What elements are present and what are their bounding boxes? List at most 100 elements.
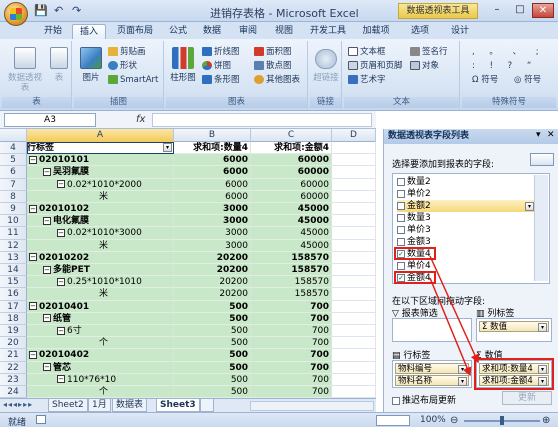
cell-a[interactable]: 个 bbox=[27, 337, 174, 350]
zoom-level[interactable]: 100% bbox=[420, 415, 446, 425]
pie-chart-button[interactable]: 饼图 bbox=[202, 60, 231, 72]
row-header[interactable]: 6 bbox=[0, 166, 27, 179]
name-box[interactable]: A3 bbox=[4, 113, 96, 127]
row-header[interactable]: 13 bbox=[0, 251, 27, 264]
row-header[interactable]: 22 bbox=[0, 361, 27, 374]
cell-quantity[interactable]: 3000 bbox=[174, 215, 251, 228]
cell-quantity[interactable]: 6000 bbox=[174, 166, 251, 179]
cell-a[interactable]: −02010202 bbox=[27, 251, 174, 264]
row-header[interactable]: 24 bbox=[0, 386, 27, 399]
cell-quantity[interactable]: 6000 bbox=[174, 154, 251, 167]
cell-amount[interactable]: 求和项:金额4 bbox=[251, 142, 332, 155]
tab-insert[interactable]: 插入 bbox=[72, 24, 106, 39]
sheet-tab-datatable[interactable]: 数据表 bbox=[112, 399, 148, 412]
tab-page-layout[interactable]: 页面布局 bbox=[110, 24, 160, 39]
shapes-button[interactable]: 形状 bbox=[108, 60, 137, 72]
cell-a[interactable]: −02010102 bbox=[27, 203, 174, 216]
symbol-button-1[interactable]: Ω 符号 bbox=[472, 74, 498, 86]
cell-a[interactable]: − 电化氟膜 bbox=[27, 215, 174, 228]
row-header[interactable]: 21 bbox=[0, 349, 27, 362]
cell-quantity[interactable]: 3000 bbox=[174, 239, 251, 252]
checkbox-icon[interactable] bbox=[397, 189, 405, 198]
row-labels-area[interactable]: 物料编号 ▾ 物料名称 ▾ bbox=[392, 360, 472, 388]
cell-a[interactable]: −6寸 bbox=[27, 325, 174, 338]
checkbox-icon[interactable] bbox=[397, 261, 405, 270]
pivottable-button[interactable]: 数据透视表 bbox=[4, 73, 46, 93]
cell-a[interactable]: −110*76*10 bbox=[27, 373, 174, 386]
defer-update-checkbox[interactable]: 推迟布局更新 bbox=[392, 393, 456, 406]
symbol-button-2[interactable]: ◎ 符号 bbox=[514, 74, 541, 86]
cell-a[interactable]: 米 bbox=[27, 288, 174, 301]
clipart-button[interactable]: 剪贴画 bbox=[108, 46, 146, 58]
collapse-icon[interactable]: − bbox=[57, 375, 65, 384]
tab-review[interactable]: 审阅 bbox=[232, 24, 264, 39]
cell-quantity[interactable]: 500 bbox=[174, 300, 251, 313]
column-header-b[interactable]: B bbox=[174, 129, 251, 142]
scatter-chart-button[interactable]: 散点图 bbox=[254, 60, 292, 72]
row-header[interactable]: 5 bbox=[0, 154, 27, 167]
cell-a[interactable]: 行标签 ▾ bbox=[27, 142, 174, 155]
cell-amount[interactable]: 45000 bbox=[251, 215, 332, 228]
cell-d[interactable] bbox=[332, 227, 376, 240]
collapse-icon[interactable]: − bbox=[57, 180, 65, 189]
cell-amount[interactable]: 700 bbox=[251, 349, 332, 362]
collapse-icon[interactable]: − bbox=[29, 350, 37, 359]
cell-quantity[interactable]: 20200 bbox=[174, 276, 251, 289]
report-filter-area[interactable] bbox=[392, 318, 472, 342]
collapse-icon[interactable]: − bbox=[29, 204, 37, 213]
collapse-icon[interactable]: − bbox=[43, 265, 51, 274]
field-item[interactable]: 数量2 bbox=[397, 176, 431, 188]
field-item[interactable]: 数量3 bbox=[397, 212, 431, 224]
column-header-d[interactable]: D bbox=[332, 129, 376, 142]
chevron-down-icon[interactable]: ▾ bbox=[525, 202, 534, 211]
cell-amount[interactable]: 60000 bbox=[251, 178, 332, 191]
row-header[interactable]: 18 bbox=[0, 312, 27, 325]
cell-amount[interactable]: 158570 bbox=[251, 264, 332, 277]
cell-quantity[interactable]: 求和项:数量4 bbox=[174, 142, 251, 155]
cell-amount[interactable]: 45000 bbox=[251, 239, 332, 252]
cell-quantity[interactable]: 6000 bbox=[174, 178, 251, 191]
cell-quantity[interactable]: 500 bbox=[174, 361, 251, 374]
cell-amount[interactable]: 158570 bbox=[251, 288, 332, 301]
zoom-slider-thumb[interactable] bbox=[500, 416, 504, 425]
collapse-icon[interactable]: − bbox=[43, 363, 51, 372]
cell-a[interactable]: − 多能PET bbox=[27, 264, 174, 277]
row-header[interactable]: 16 bbox=[0, 288, 27, 301]
cell-amount[interactable]: 700 bbox=[251, 325, 332, 338]
fx-icon[interactable]: fx bbox=[136, 114, 145, 125]
sheet-nav-arrows[interactable]: ◂◂◂▸▸▸ bbox=[3, 400, 33, 409]
cell-a[interactable]: − 管芯 bbox=[27, 361, 174, 374]
row-chip-material-code[interactable]: 物料编号 ▾ bbox=[395, 363, 469, 374]
zoom-in-icon[interactable]: ⊕ bbox=[542, 415, 550, 426]
row-header[interactable]: 10 bbox=[0, 215, 27, 228]
cell-amount[interactable]: 700 bbox=[251, 312, 332, 325]
collapse-icon[interactable]: − bbox=[43, 314, 51, 323]
cell-a[interactable]: 米 bbox=[27, 239, 174, 252]
layout-options-icon[interactable] bbox=[530, 153, 554, 166]
chevron-down-icon[interactable]: ▾ bbox=[458, 377, 467, 386]
close-button[interactable]: ✕ bbox=[532, 3, 554, 18]
object-button[interactable]: 对象 bbox=[410, 60, 439, 72]
tab-home[interactable]: 开始 bbox=[36, 24, 70, 39]
row-chip-material-name[interactable]: 物料名称 ▾ bbox=[395, 375, 469, 386]
horizontal-scrollbar[interactable] bbox=[250, 401, 374, 411]
cell-d[interactable] bbox=[332, 215, 376, 228]
row-header[interactable]: 20 bbox=[0, 337, 27, 350]
cell-a[interactable]: − 纸管 bbox=[27, 312, 174, 325]
cell-amount[interactable]: 700 bbox=[251, 386, 332, 399]
cell-amount[interactable]: 158570 bbox=[251, 251, 332, 264]
undo-icon[interactable]: ↶ bbox=[54, 4, 63, 17]
area-chart-button[interactable]: 面积图 bbox=[254, 46, 292, 58]
collapse-icon[interactable]: − bbox=[57, 228, 65, 237]
picture-button[interactable]: 图片 bbox=[78, 73, 104, 83]
save-icon[interactable]: 💾 bbox=[34, 4, 48, 17]
collapse-icon[interactable]: − bbox=[29, 155, 37, 164]
panel-close-icon[interactable]: ✕ bbox=[547, 130, 555, 140]
field-item[interactable]: 单价2 bbox=[397, 188, 431, 200]
row-header[interactable]: 11 bbox=[0, 227, 27, 240]
cell-d[interactable] bbox=[332, 300, 376, 313]
sheet-tab-sheet2[interactable]: Sheet2 bbox=[48, 399, 88, 412]
other-charts-button[interactable]: 其他图表 bbox=[254, 74, 300, 86]
collapse-icon[interactable]: − bbox=[57, 326, 65, 335]
chevron-down-icon[interactable]: ▾ bbox=[538, 323, 547, 332]
